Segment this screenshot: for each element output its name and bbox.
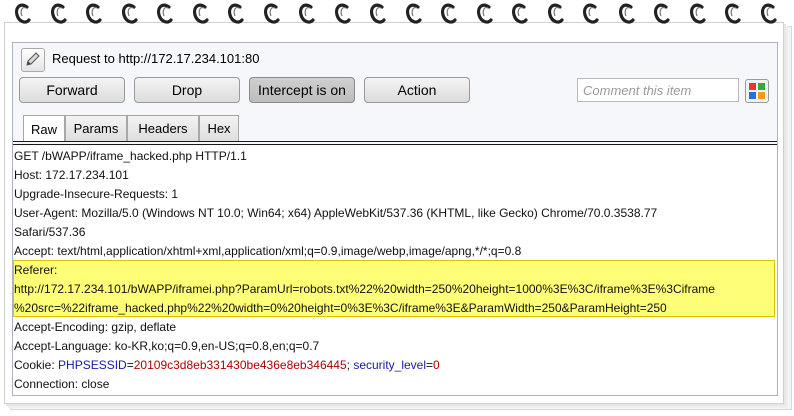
tab-hex[interactable]: Hex <box>199 115 239 141</box>
drop-button[interactable]: Drop <box>134 77 240 103</box>
divider <box>13 144 777 145</box>
highlight-color-button[interactable] <box>745 79 769 103</box>
spiral-binding <box>0 0 794 30</box>
accept-encoding-header: Accept-Encoding: gzip, deflate <box>14 320 177 334</box>
tab-headers[interactable]: Headers <box>127 115 199 141</box>
spiral-ring-icon <box>689 2 707 28</box>
spiral-ring-icon <box>298 2 316 28</box>
spiral-ring-icon <box>227 2 245 28</box>
cookie-name-security-level: security_level <box>353 358 427 372</box>
spiral-ring-icon <box>511 2 529 28</box>
spiral-ring-icon <box>85 2 103 28</box>
user-agent-header: User-Agent: Mozilla/5.0 (Windows NT 10.0… <box>14 206 658 220</box>
spiral-ring-icon <box>618 2 636 28</box>
spiral-ring-icon <box>760 2 778 28</box>
action-button[interactable]: Action <box>364 77 470 103</box>
spiral-ring-icon <box>547 2 565 28</box>
cookie-equals: = <box>126 358 134 372</box>
color-grid-icon <box>749 83 765 99</box>
spiral-ring-icon <box>334 2 352 28</box>
spiral-ring-icon <box>263 2 281 28</box>
edit-icon[interactable] <box>21 48 45 72</box>
accept-header: Accept: text/html,application/xhtml+xml,… <box>14 244 522 258</box>
intercept-window: Request to http://172.17.234.101:80 Forw… <box>12 42 778 396</box>
comment-input[interactable]: Comment this item <box>577 78 739 102</box>
spiral-ring-icon <box>405 2 423 28</box>
spiral-ring-icon <box>440 2 458 28</box>
request-line: GET /bWAPP/iframe_hacked.php HTTP/1.1 <box>14 149 247 163</box>
spiral-ring-icon <box>121 2 139 28</box>
spiral-ring-icon <box>156 2 174 28</box>
referer-url-line-1: http://172.17.234.101/bWAPP/iframei.php?… <box>14 282 715 296</box>
spiral-ring-icon <box>50 2 68 28</box>
raw-request-editor[interactable]: GET /bWAPP/iframe_hacked.php HTTP/1.1 Ho… <box>13 146 777 395</box>
spiral-ring-icon <box>724 2 742 28</box>
cookie-header: Cookie: PHPSESSID=20109c3d8eb331430be436… <box>14 356 440 375</box>
spiral-ring-icon <box>582 2 600 28</box>
tab-raw[interactable]: Raw <box>23 115 65 142</box>
forward-button[interactable]: Forward <box>19 77 125 103</box>
cookie-equals: = <box>426 358 434 372</box>
spiral-ring-icon <box>476 2 494 28</box>
accept-language-header: Accept-Language: ko-KR,ko;q=0.9,en-US;q=… <box>14 339 320 353</box>
spiral-ring-icon <box>192 2 210 28</box>
cookie-prefix: Cookie: <box>14 358 59 372</box>
divider <box>13 141 777 142</box>
intercept-toggle-button[interactable]: Intercept is on <box>249 77 355 103</box>
spiral-ring-icon <box>14 2 32 28</box>
tab-params[interactable]: Params <box>65 115 127 141</box>
referer-header: Referer: <box>14 263 58 277</box>
spiral-ring-icon <box>653 2 671 28</box>
request-title: Request to http://172.17.234.101:80 <box>52 51 260 66</box>
user-agent-continued: Safari/537.36 <box>14 225 86 239</box>
spiral-ring-icon <box>369 2 387 28</box>
connection-header: Connection: close <box>14 377 110 391</box>
cookie-name-phpsessid: PHPSESSID <box>58 358 127 372</box>
host-header: Host: 172.17.234.101 <box>14 168 129 182</box>
cookie-value-security-level: 0 <box>433 358 440 372</box>
upgrade-header: Upgrade-Insecure-Requests: 1 <box>14 187 179 201</box>
cookie-value-phpsessid: 20109c3d8eb331430be436e8eb346445 <box>133 358 347 372</box>
referer-url-line-2: %20src=%22iframe_hacked.php%22%20width=0… <box>14 301 667 315</box>
